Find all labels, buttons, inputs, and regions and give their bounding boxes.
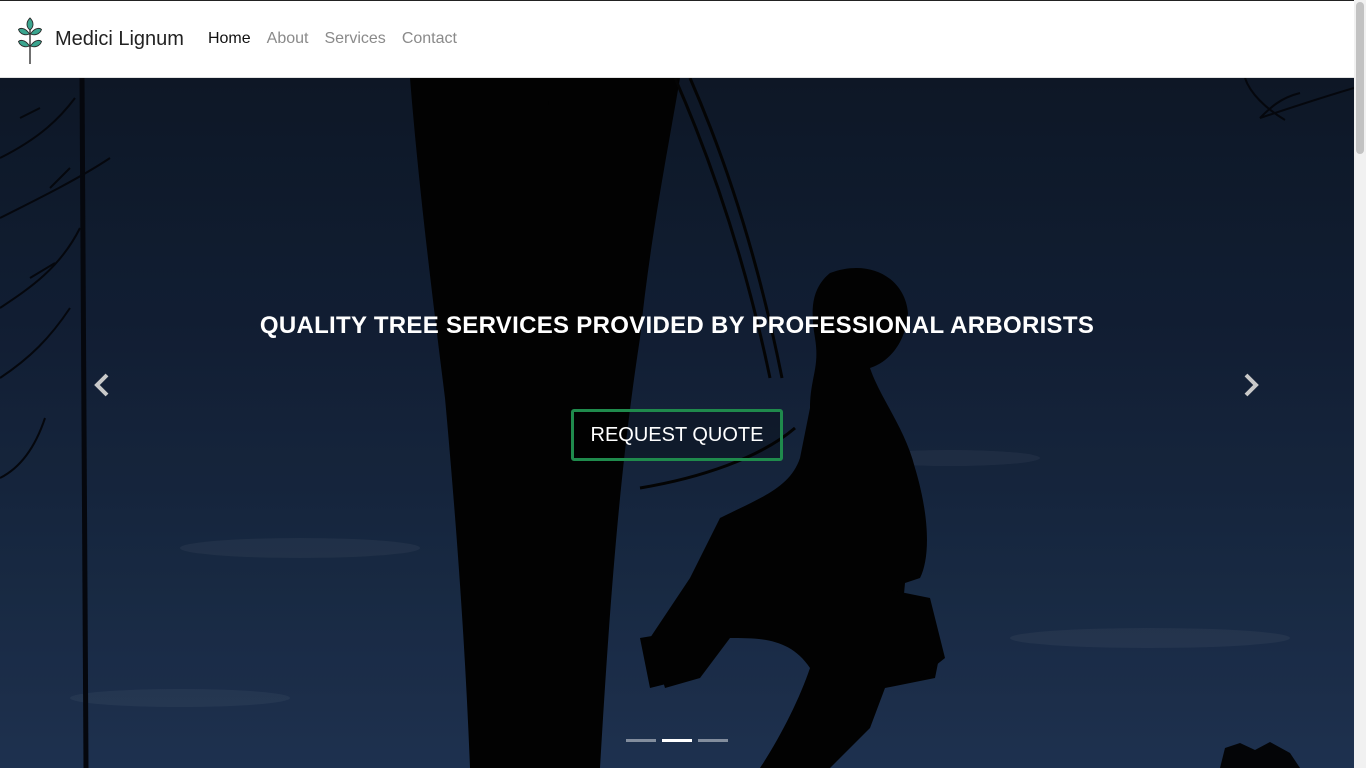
carousel-indicator-1[interactable] xyxy=(626,739,656,742)
nav-home-link[interactable]: Home xyxy=(200,30,259,48)
hero-carousel: QUALITY TREE SERVICES PROVIDED BY PROFES… xyxy=(0,78,1354,768)
page-scrollbar[interactable] xyxy=(1354,0,1366,768)
carousel-indicator-3[interactable] xyxy=(698,739,728,742)
chevron-left-icon xyxy=(94,373,109,397)
carousel-prev-button[interactable] xyxy=(92,371,112,399)
brand-name: Medici Lignum xyxy=(55,27,184,50)
scrollbar-thumb[interactable] xyxy=(1356,2,1364,154)
nav-services-link[interactable]: Services xyxy=(316,30,393,48)
nav-contact-link[interactable]: Contact xyxy=(394,30,465,48)
hero-headline: QUALITY TREE SERVICES PROVIDED BY PROFES… xyxy=(259,312,1095,339)
request-quote-button[interactable]: REQUEST QUOTE xyxy=(571,409,783,461)
brand-link[interactable]: Medici Lignum xyxy=(16,1,184,77)
chevron-right-icon xyxy=(1244,373,1259,397)
carousel-next-button[interactable] xyxy=(1241,371,1261,399)
nav-about-link[interactable]: About xyxy=(259,30,317,48)
main-nav: Home About Services Contact xyxy=(200,30,465,48)
sprout-icon xyxy=(17,17,43,64)
navbar: Medici Lignum Home About Services Contac… xyxy=(0,1,1354,78)
carousel-indicator-2[interactable] xyxy=(662,739,692,742)
carousel-indicators xyxy=(626,739,734,742)
